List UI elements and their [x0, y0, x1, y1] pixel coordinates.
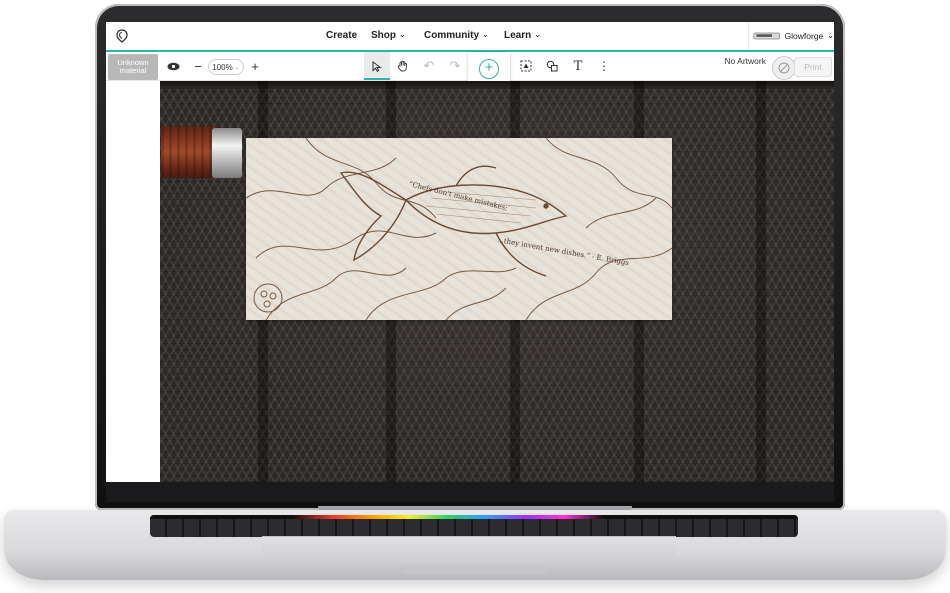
print-status-indicator [772, 56, 796, 80]
print-button[interactable]: Print [794, 57, 832, 77]
nav-community[interactable]: Community ⌄ [424, 30, 489, 41]
zoom-level-select[interactable]: 100% ⌄ [208, 59, 244, 75]
zoom-in-icon[interactable]: + [247, 58, 263, 74]
eye-icon[interactable] [165, 58, 181, 74]
text-icon[interactable]: T [570, 58, 586, 74]
nav-create-label: Create [326, 30, 358, 41]
engraved-cutting-board: “Chefs don't make mistakes; ...they inve… [246, 138, 672, 320]
left-side-panel [106, 81, 160, 482]
account-name: Glowforge [784, 31, 824, 41]
disabled-icon [778, 62, 790, 74]
chevron-down-icon: ⌄ [234, 64, 240, 71]
knife-ferrule [212, 128, 242, 178]
chevron-down-icon: ⌄ [399, 30, 406, 39]
nav-learn-label: Learn [504, 30, 532, 41]
chevron-down-icon: ⌄ [534, 30, 541, 39]
nav-community-label: Community [424, 30, 479, 41]
shapes-icon[interactable] [544, 58, 560, 74]
koi-engraving-illustration [246, 138, 672, 320]
zoom-level-value: 100% [212, 62, 233, 72]
laptop-trackpad [262, 536, 676, 558]
account-menu[interactable]: Glowforge ⌄ [748, 22, 834, 50]
trace-icon[interactable] [518, 58, 534, 74]
knife-handle [161, 126, 219, 178]
chevron-down-icon: ⌄ [827, 30, 834, 40]
undo-icon[interactable]: ↶ [421, 58, 437, 74]
pan-hand-icon[interactable] [395, 58, 411, 74]
artwork-status-text: No Artwork [724, 56, 766, 66]
material-selector-button[interactable]: Unknown material [108, 54, 158, 80]
honeycomb-slat [756, 81, 766, 482]
design-toolbar: Unknown material − 100% ⌄ + ↶ ↷ + T ⋮ No… [106, 52, 834, 86]
zoom-out-icon[interactable]: − [190, 58, 206, 74]
redo-icon[interactable]: ↷ [447, 58, 463, 74]
app-screen: Create Shop ⌄ Community ⌄ Learn ⌄ Glowfo… [106, 22, 834, 482]
nav-shop-label: Shop [371, 30, 396, 41]
nav-create[interactable]: Create [326, 30, 357, 41]
glowforge-machine-icon [753, 32, 781, 40]
laptop-front-lip [400, 566, 550, 574]
select-pointer-icon[interactable] [369, 58, 385, 74]
laptop-touchbar [150, 515, 798, 519]
nav-shop[interactable]: Shop ⌄ [371, 30, 406, 41]
add-artwork-icon: + [479, 59, 499, 79]
glowforge-logo-icon[interactable] [116, 29, 128, 43]
screen-bottom-bezel [106, 482, 834, 502]
more-options-icon[interactable]: ⋮ [596, 58, 612, 74]
chevron-down-icon: ⌄ [482, 30, 489, 39]
nav-learn[interactable]: Learn ⌄ [504, 30, 541, 41]
top-navigation: Create Shop ⌄ Community ⌄ Learn ⌄ Glowfo… [106, 22, 834, 52]
koi-fish [339, 165, 568, 277]
